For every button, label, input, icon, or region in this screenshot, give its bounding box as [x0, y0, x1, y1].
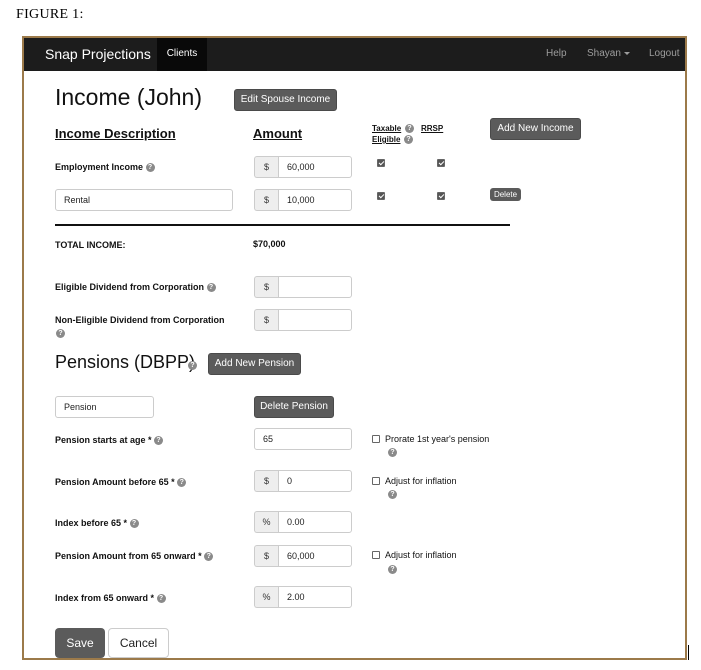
nav-tab-clients[interactable]: Clients: [157, 38, 207, 71]
pension-amount-from-65-input[interactable]: 60,000: [278, 545, 352, 567]
question-circle-icon[interactable]: ?: [204, 552, 214, 562]
add-new-income-button[interactable]: Add New Income: [490, 118, 581, 140]
index-before-65-text: Index before 65 *: [55, 518, 128, 528]
nav-help-link[interactable]: Help: [546, 48, 567, 59]
adjust-inflation-from-65-checkbox[interactable]: [372, 551, 380, 559]
pension-amount-from-65-text: Pension Amount from 65 onward *: [55, 551, 202, 561]
question-circle-icon[interactable]: ?: [145, 163, 155, 173]
nav-user-dropdown[interactable]: Shayan: [587, 48, 630, 59]
employment-income-text: Employment Income: [55, 162, 144, 172]
figure-caption: FIGURE 1:: [16, 7, 84, 22]
rental-taxable-checkbox[interactable]: [377, 192, 385, 200]
question-circle-icon[interactable]: ?: [405, 124, 414, 133]
prorate-label: Prorate 1st year's pension: [385, 434, 490, 444]
add-new-pension-button[interactable]: Add New Pension: [208, 353, 301, 375]
prorate-checkbox[interactable]: [372, 435, 380, 443]
non-eligible-dividend-input[interactable]: [278, 309, 352, 331]
app-window: Snap Projections Clients Help Shayan Log…: [22, 36, 687, 660]
index-from-65-input[interactable]: 2.00: [278, 586, 352, 608]
caret-down-icon: [623, 51, 630, 55]
employment-income-amount-input[interactable]: 60,000: [278, 156, 352, 178]
rental-rrsp-checkbox[interactable]: [437, 192, 445, 200]
rental-amount-input[interactable]: 10,000: [278, 189, 352, 211]
edit-spouse-income-button[interactable]: Edit Spouse Income: [234, 89, 337, 111]
question-circle-icon[interactable]: ?: [129, 519, 139, 529]
cancel-button[interactable]: Cancel: [108, 628, 169, 658]
index-from-65-group: % 2.00: [254, 586, 352, 608]
divider: [55, 224, 510, 226]
index-before-65-input[interactable]: 0.00: [278, 511, 352, 533]
nav-logout-link[interactable]: Logout: [649, 48, 680, 59]
index-before-65-group: % 0.00: [254, 511, 352, 533]
question-circle-icon[interactable]: ?: [56, 329, 65, 338]
question-circle-icon[interactable]: ?: [206, 283, 216, 293]
pension-starts-age-text: Pension starts at age *: [55, 435, 152, 445]
employment-income-amount-group: $ 60,000: [254, 156, 352, 178]
currency-addon: $: [254, 189, 278, 211]
currency-addon: $: [254, 309, 278, 331]
eligible-dividend-input[interactable]: [278, 276, 352, 298]
pension-amount-before-65-text: Pension Amount before 65 *: [55, 477, 175, 487]
currency-addon: $: [254, 545, 278, 567]
rental-amount-group: $ 10,000: [254, 189, 352, 211]
delete-pension-button[interactable]: Delete Pension: [254, 396, 334, 418]
eligible-dividend-label: Eligible Dividend from Corporation ?: [55, 281, 216, 293]
navbar: Snap Projections Clients Help Shayan Log…: [24, 38, 685, 71]
employment-rrsp-checkbox[interactable]: [437, 159, 445, 167]
percent-addon: %: [254, 586, 278, 608]
question-circle-icon[interactable]: ?: [388, 490, 397, 499]
currency-addon: $: [254, 156, 278, 178]
total-income-value: $70,000: [253, 239, 286, 249]
pension-amount-from-65-group: $ 60,000: [254, 545, 352, 567]
question-circle-icon[interactable]: ?: [388, 565, 397, 574]
non-eligible-dividend-group: $: [254, 309, 352, 331]
adjust-inflation-before-65-checkbox[interactable]: [372, 477, 380, 485]
pension-amount-before-65-group: $ 0: [254, 470, 352, 492]
income-description-header: Income Description: [55, 126, 176, 141]
rental-description-input[interactable]: Rental: [55, 189, 233, 211]
percent-addon: %: [254, 511, 278, 533]
employment-income-label: Employment Income ?: [55, 161, 155, 173]
taxable-header: Taxable: [372, 124, 402, 133]
question-circle-icon[interactable]: ?: [177, 478, 187, 488]
question-circle-icon[interactable]: ?: [154, 436, 164, 446]
pension-amount-from-65-label: Pension Amount from 65 onward * ?: [55, 550, 214, 562]
adjust-inflation-before-65-label: Adjust for inflation: [385, 476, 457, 486]
pension-starts-age-label: Pension starts at age * ?: [55, 434, 164, 446]
total-income-label: TOTAL INCOME:: [55, 240, 126, 250]
pensions-section-title: Pensions (DBPP): [55, 352, 196, 372]
question-circle-icon[interactable]: ?: [388, 448, 397, 457]
employment-taxable-checkbox[interactable]: [377, 159, 385, 167]
currency-addon: $: [254, 276, 278, 298]
eligible-dividend-group: $: [254, 276, 352, 298]
brand-link[interactable]: Snap Projections: [45, 46, 151, 62]
save-button[interactable]: Save: [55, 628, 105, 658]
question-circle-icon[interactable]: ?: [188, 361, 197, 370]
delete-rental-button[interactable]: Delete: [490, 188, 521, 201]
user-name: Shayan: [587, 48, 621, 59]
pension-amount-before-65-input[interactable]: 0: [278, 470, 352, 492]
currency-addon: $: [254, 470, 278, 492]
rrsp-header: RRSP: [421, 124, 444, 133]
adjust-inflation-from-65-label: Adjust for inflation: [385, 550, 457, 560]
index-from-65-text: Index from 65 onward *: [55, 593, 155, 603]
eligible-dividend-text: Eligible Dividend from Corporation: [55, 282, 205, 292]
edge-mark: [688, 645, 689, 660]
question-circle-icon[interactable]: ?: [404, 135, 413, 144]
eligible-header: Eligible: [372, 135, 401, 144]
non-eligible-dividend-label: Non-Eligible Dividend from Corporation: [55, 315, 225, 325]
pension-amount-before-65-label: Pension Amount before 65 * ?: [55, 476, 187, 488]
pension-starts-age-input[interactable]: 65: [254, 428, 352, 450]
amount-header: Amount: [253, 126, 303, 141]
index-before-65-label: Index before 65 * ?: [55, 517, 139, 529]
index-from-65-label: Index from 65 onward * ?: [55, 592, 166, 604]
pension-name-input[interactable]: Pension: [55, 396, 154, 418]
page-title: Income (John): [55, 84, 203, 110]
question-circle-icon[interactable]: ?: [156, 594, 166, 604]
